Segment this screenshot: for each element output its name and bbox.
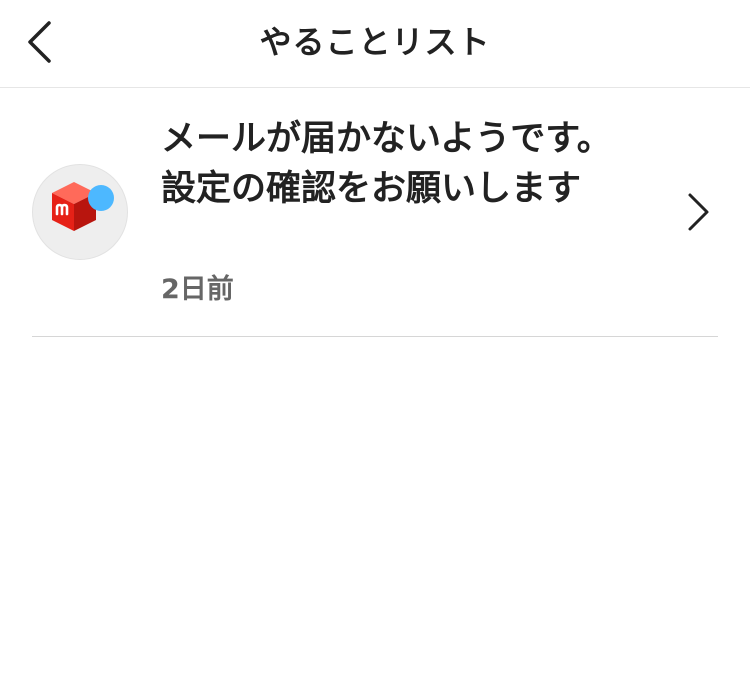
list-item[interactable]: メールが届かないようです。設定の確認をお願いします 2日前 xyxy=(32,88,718,337)
todo-list-screen: やることリスト メールが届かないようです。設定の確認をお願いします 2日前 xyxy=(0,0,750,699)
item-message: メールが届かないようです。設定の確認をお願いします xyxy=(161,119,612,209)
item-timestamp: 2日前 xyxy=(161,274,234,305)
chevron-right-icon xyxy=(688,193,709,231)
mercari-logo-icon xyxy=(52,182,96,231)
page-title: やることリスト xyxy=(259,23,491,61)
avatar xyxy=(32,164,128,260)
unread-dot xyxy=(88,185,114,211)
header: やることリスト xyxy=(0,0,750,88)
